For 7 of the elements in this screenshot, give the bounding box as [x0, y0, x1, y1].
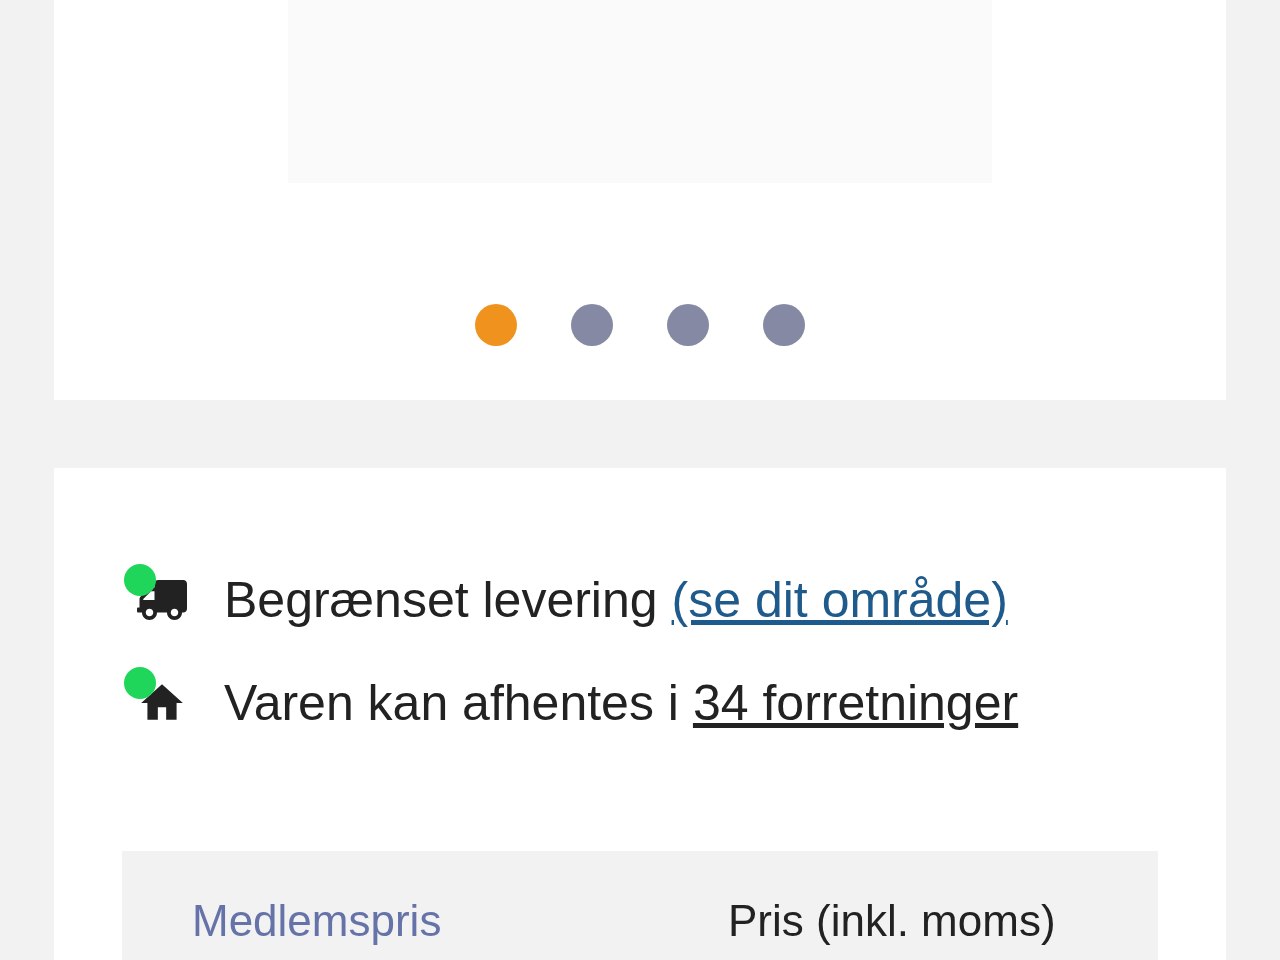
member-price-label: Medlemspris [192, 895, 443, 947]
truck-icon [136, 580, 188, 620]
availability-link[interactable]: 34 forretninger [692, 673, 1019, 733]
availability-link[interactable]: (se dit område) [671, 570, 1008, 630]
availability-text: Begrænset levering [224, 571, 658, 630]
price-label: Pris (inkl. moms) [728, 895, 1056, 947]
availability-text: Varen kan afhentes i [224, 674, 679, 733]
